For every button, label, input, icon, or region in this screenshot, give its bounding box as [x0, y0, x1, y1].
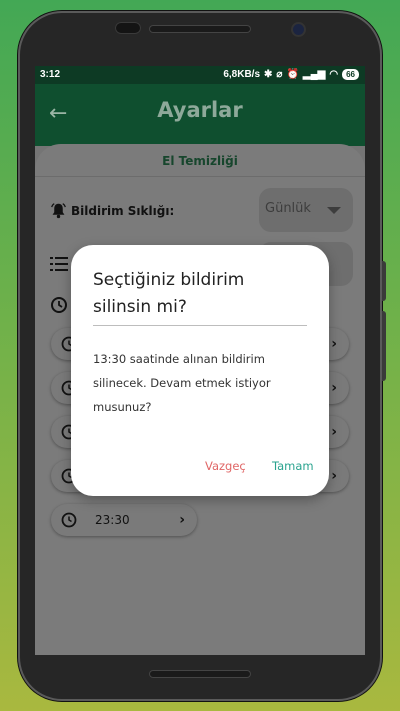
sensor: [115, 22, 141, 34]
dialog-divider: [93, 325, 307, 326]
alarm-icon: ⏰: [286, 69, 299, 80]
card-title: El Temizliği: [162, 154, 238, 168]
time-text: 23:30: [95, 513, 130, 527]
app-bar: ← Ayarlar: [35, 84, 365, 146]
bell-icon: [51, 203, 66, 219]
wifi-icon: ◠: [329, 69, 339, 80]
mute-icon: ⌀: [276, 69, 283, 80]
time-item[interactable]: 23:30 ›: [51, 504, 197, 536]
status-icons: 6,8KB/s ✱ ⌀ ⏰ ▂▄▆ ◠ 66: [223, 69, 359, 80]
frequency-dropdown[interactable]: Günlük: [259, 188, 353, 232]
chevron-right-icon: ›: [331, 468, 337, 484]
power-button: [382, 311, 386, 381]
bluetooth-icon: ✱: [264, 69, 273, 80]
bottom-speaker: [149, 670, 251, 678]
dialog-message: 13:30 saatinde alınan bildirim silinecek…: [93, 352, 271, 414]
status-time: 3:12: [40, 69, 61, 80]
clock-icon: [61, 512, 77, 528]
list-icon: [50, 257, 68, 271]
earpiece-speaker: [149, 25, 251, 33]
frequency-value: Günlük: [265, 201, 311, 216]
status-bar: 3:12 6,8KB/s ✱ ⌀ ⏰ ▂▄▆ ◠ 66: [35, 66, 365, 84]
chevron-right-icon: ›: [331, 336, 337, 352]
dialog-title: Seçtiğiniz bildirim silinsin mi?: [93, 270, 245, 317]
alarm-clock-icon: [51, 297, 67, 313]
frequency-label: Bildirim Sıklığı:: [71, 203, 175, 218]
delete-confirm-dialog: Seçtiğiniz bildirim silinsin mi? 13:30 s…: [71, 245, 329, 496]
page-title: Ayarlar: [157, 98, 243, 122]
signal-icon: ▂▄▆: [302, 69, 326, 80]
chevron-right-icon: ›: [331, 424, 337, 440]
network-speed: 6,8KB/s: [223, 69, 261, 80]
divider: [35, 176, 365, 177]
front-camera: [293, 24, 304, 35]
dropdown-arrow-icon: [327, 207, 341, 214]
ok-button[interactable]: Tamam: [272, 459, 314, 473]
battery-icon: 66: [342, 69, 359, 80]
cancel-button[interactable]: Vazgeç: [205, 459, 246, 473]
volume-button: [382, 261, 386, 301]
frequency-row: Bildirim Sıklığı:: [50, 202, 174, 219]
chevron-right-icon: ›: [179, 512, 185, 528]
chevron-right-icon: ›: [331, 380, 337, 396]
